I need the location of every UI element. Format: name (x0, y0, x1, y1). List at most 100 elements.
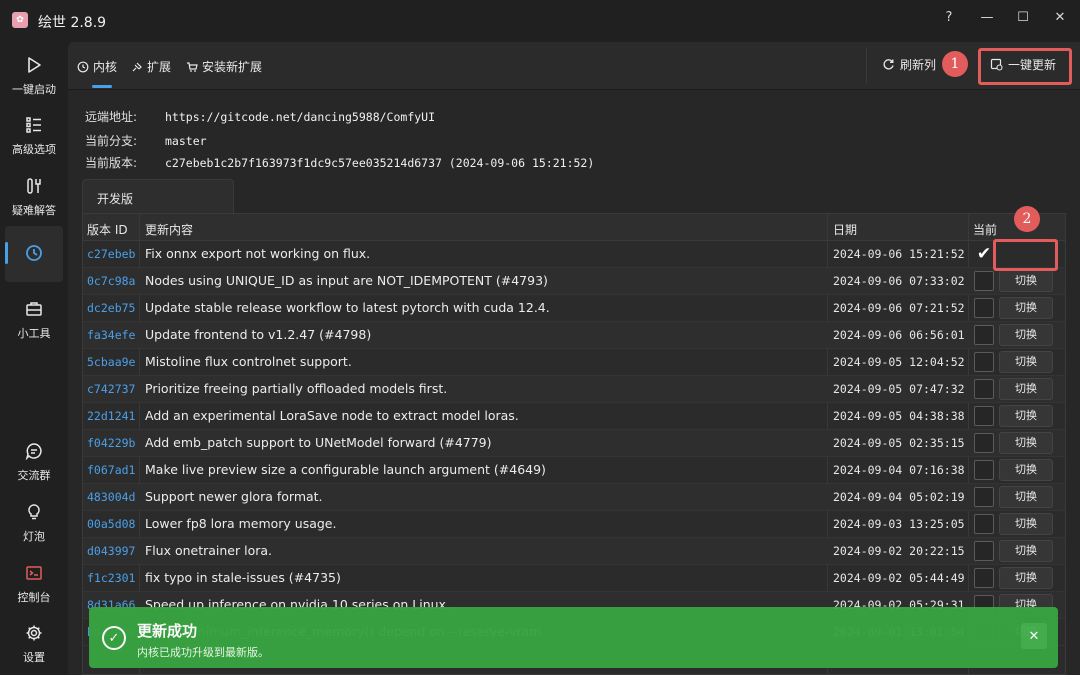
toolbar: 内核 扩展 安装新扩展 刷新列 一键更新 (68, 42, 1080, 90)
switch-button[interactable]: 切换 (999, 513, 1053, 535)
switch-button[interactable]: 切换 (999, 540, 1053, 562)
sidebar-item-advanced[interactable]: 高级选项 (0, 112, 68, 168)
active-indicator (5, 242, 8, 264)
switch-button[interactable]: 切换 (999, 405, 1053, 427)
table-row[interactable]: 22d1241 Add an experimental LoraSave node… (83, 403, 1065, 430)
commit-id-link[interactable]: f04229b (87, 436, 135, 450)
sidebar-item-console[interactable]: 控制台 (0, 560, 68, 616)
table-row[interactable]: f067ad1 Make live preview size a configur… (83, 457, 1065, 484)
list-icon (25, 112, 43, 138)
commit-date: 2024-09-02 05:44:49 (833, 571, 965, 585)
sidebar-item-version[interactable] (5, 226, 63, 282)
commit-id-link[interactable]: f067ad1 (87, 463, 135, 477)
maximize-button[interactable]: ☐ (1008, 6, 1038, 28)
table-row[interactable]: 0c7c98a Nodes using UNIQUE_ID as input ar… (83, 268, 1065, 295)
commit-id-link[interactable]: dc2eb75 (87, 301, 135, 315)
switch-button[interactable]: 切换 (999, 486, 1053, 508)
toast-close-button[interactable]: ✕ (1021, 623, 1047, 649)
switch-button[interactable]: 切换 (999, 270, 1053, 292)
tab-dev-branch[interactable]: 开发版 (82, 179, 234, 213)
tab-extensions[interactable]: 扩展 (131, 58, 171, 75)
sidebar-item-settings[interactable]: 设置 (0, 620, 68, 675)
refresh-icon (883, 59, 894, 70)
commit-id-link[interactable]: 483004d (87, 490, 135, 504)
commit-date: 2024-09-04 05:02:19 (833, 490, 965, 504)
commit-date: 2024-09-05 12:04:52 (833, 355, 965, 369)
sidebar-item-troubleshoot[interactable]: 疑难解答 (0, 173, 68, 229)
commit-message: Support newer glora format. (145, 489, 323, 504)
update-all-highlight (978, 48, 1072, 85)
version-label: 当前版本: (85, 156, 138, 170)
switch-button[interactable]: 切换 (999, 324, 1053, 346)
sidebar-item-label: 设置 (23, 651, 45, 664)
commit-id-link[interactable]: 5cbaa9e (87, 355, 135, 369)
commit-message: Mistoline flux controlnet support. (145, 354, 352, 369)
switch-button[interactable]: 切换 (999, 459, 1053, 481)
commit-date: 2024-09-06 07:33:02 (833, 274, 965, 288)
table-row[interactable]: c27ebeb Fix onnx export not working on fl… (83, 241, 1065, 268)
header-current[interactable]: 当前 (973, 221, 997, 238)
commit-date: 2024-09-05 07:47:32 (833, 382, 965, 396)
commit-date: 2024-09-03 13:25:05 (833, 517, 965, 531)
commit-id-link[interactable]: 0c7c98a (87, 274, 135, 288)
commit-message: Prioritize freeing partially offloaded m… (145, 381, 448, 396)
header-content[interactable]: 更新内容 (145, 221, 193, 238)
title-bar: ✿ 绘世 2.8.9 ? — ☐ ✕ (0, 0, 1080, 42)
sidebar-item-label: 高级选项 (12, 143, 56, 156)
sidebar-item-launch[interactable]: 一键启动 (0, 52, 68, 108)
switch-button[interactable]: 切换 (999, 378, 1053, 400)
table-row[interactable]: f1c2301 fix typo in stale-issues (#4735) 2… (83, 565, 1065, 592)
minimize-button[interactable]: — (972, 6, 1002, 28)
remote-address-row: 远端地址: https://gitcode.net/dancing5988/Com… (85, 108, 435, 125)
switch-button[interactable]: 切换 (999, 351, 1053, 373)
commit-id-link[interactable]: d043997 (87, 544, 135, 558)
table-row[interactable]: 483004d Support newer glora format. 2024-0… (83, 484, 1065, 511)
current-checkbox (974, 487, 994, 507)
commit-message: Fix onnx export not working on flux. (145, 246, 371, 261)
version-row: 当前版本: c27ebeb1c2b7f163973f1dc9c57ee035214… (85, 154, 594, 171)
table-row[interactable]: dc2eb75 Update stable release workflow to… (83, 295, 1065, 322)
header-version-id[interactable]: 版本 ID (87, 221, 128, 238)
commit-id-link[interactable]: c742737 (87, 382, 135, 396)
current-checkbox: ✔ (976, 244, 992, 264)
tab-install-extension[interactable]: 安装新扩展 (186, 58, 262, 75)
current-checkbox (974, 352, 994, 372)
commit-id-link[interactable]: c27ebeb (87, 247, 135, 261)
commit-id-link[interactable]: 22d1241 (87, 409, 135, 423)
tab-core[interactable]: 内核 (77, 58, 117, 75)
refresh-list-button[interactable]: 刷新列 (882, 56, 936, 73)
close-window-button[interactable]: ✕ (1045, 6, 1075, 28)
header-date[interactable]: 日期 (833, 221, 857, 238)
commit-id-link[interactable]: 00a5d08 (87, 517, 135, 531)
sidebar-item-label: 疑难解答 (12, 204, 56, 217)
tab-label: 安装新扩展 (202, 60, 263, 74)
sidebar-item-community[interactable]: 交流群 (0, 438, 68, 494)
check-circle-icon: ✓ (102, 626, 126, 650)
current-checkbox (974, 298, 994, 318)
table-row[interactable]: f04229b Add emb_patch support to UNetMode… (83, 430, 1065, 457)
table-row[interactable]: c742737 Prioritize freeing partially offl… (83, 376, 1065, 403)
commit-message: Add an experimental LoraSave node to ext… (145, 408, 519, 423)
switch-button[interactable]: 切换 (999, 297, 1053, 319)
commit-id-link[interactable]: fa34efe (87, 328, 135, 342)
table-row[interactable]: fa34efe Update frontend to v1.2.47 (#4798… (83, 322, 1065, 349)
tab-label: 扩展 (147, 60, 172, 74)
sidebar-item-bulb[interactable]: 灯泡 (0, 499, 68, 555)
branch-label: 当前分支: (85, 134, 138, 148)
commit-date: 2024-09-06 15:21:52 (833, 247, 965, 261)
switch-button[interactable]: 切换 (999, 567, 1053, 589)
switch-button[interactable]: 切换 (999, 432, 1053, 454)
commit-message: Nodes using UNIQUE_ID as input are NOT_I… (145, 273, 548, 288)
remote-address-value: https://gitcode.net/dancing5988/ComfyUI (165, 110, 436, 124)
table-row[interactable]: d043997 Flux onetrainer lora. 2024-09-02 2… (83, 538, 1065, 565)
toolbar-divider (866, 48, 867, 84)
commit-table: 版本 ID 更新内容 日期 当前 c27ebeb Fix onnx export … (82, 213, 1066, 675)
commit-id-link[interactable]: f1c2301 (87, 571, 135, 585)
commit-date: 2024-09-05 02:35:15 (833, 436, 965, 450)
current-checkbox (974, 271, 994, 291)
commit-date: 2024-09-06 06:56:01 (833, 328, 965, 342)
help-button[interactable]: ? (934, 6, 964, 28)
table-row[interactable]: 00a5d08 Lower fp8 lora memory usage. 2024-… (83, 511, 1065, 538)
sidebar-item-tools[interactable]: 小工具 (0, 296, 68, 352)
table-row[interactable]: 5cbaa9e Mistoline flux controlnet support… (83, 349, 1065, 376)
